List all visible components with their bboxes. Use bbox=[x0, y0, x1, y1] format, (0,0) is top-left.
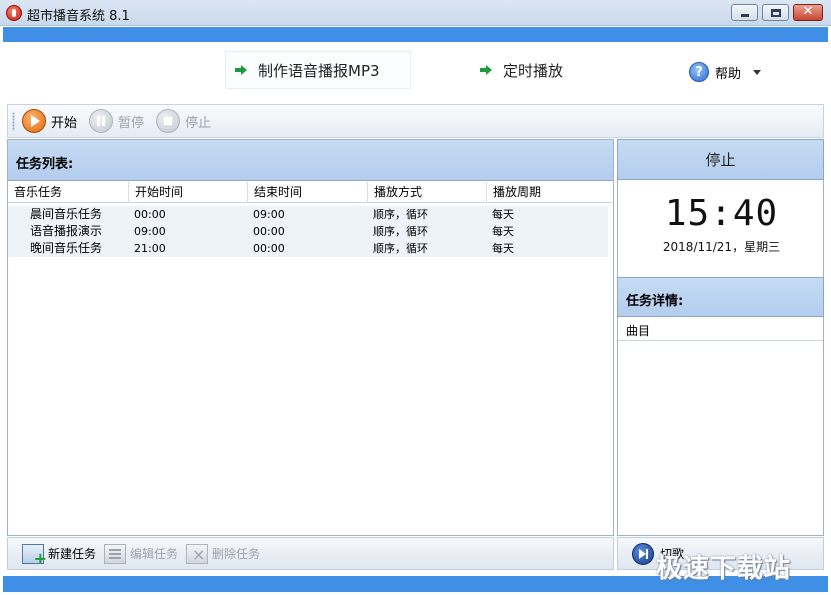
cell-end-time: 00:00 bbox=[253, 242, 285, 255]
cell-play-cycle: 每天 bbox=[492, 208, 514, 221]
delete-task-label: 删除任务 bbox=[212, 547, 261, 561]
column-header-end-time[interactable]: 结束时间 bbox=[247, 182, 367, 203]
top-accent-strip bbox=[3, 27, 828, 42]
cell-end-time: 09:00 bbox=[253, 208, 285, 221]
cell-start-time: 21:00 bbox=[134, 242, 166, 255]
edit-task-label: 编辑任务 bbox=[130, 547, 179, 561]
task-list-rows: 晨间音乐任务 00:00 09:00 顺序，循环 每天 语音播报演示 09:00… bbox=[8, 206, 608, 257]
edit-task-icon bbox=[104, 543, 127, 564]
task-actions-bar: 新建任务 编辑任务 删除任务 bbox=[7, 537, 614, 570]
delete-task-icon bbox=[186, 543, 209, 564]
cell-task-name: 语音播报演示 bbox=[30, 224, 103, 238]
cell-play-cycle: 每天 bbox=[492, 225, 514, 238]
play-icon bbox=[22, 109, 46, 133]
cell-start-time: 00:00 bbox=[134, 208, 166, 221]
new-task-label: 新建任务 bbox=[48, 547, 97, 561]
help-menu[interactable]: ? 帮助 bbox=[689, 61, 762, 83]
task-list-panel: 任务列表: 音乐任务 开始时间 结束时间 播放方式 播放周期 晨间音乐任务 00… bbox=[7, 139, 614, 536]
task-detail-title: 任务详情: bbox=[617, 277, 824, 317]
stop-icon bbox=[156, 109, 181, 133]
pause-icon bbox=[89, 109, 114, 133]
close-button[interactable]: ✕ bbox=[793, 4, 823, 21]
cell-task-name: 晨间音乐任务 bbox=[30, 207, 103, 221]
column-header-music-task[interactable]: 音乐任务 bbox=[8, 182, 128, 203]
cell-play-mode: 顺序，循环 bbox=[373, 225, 428, 238]
clock-time: 15:40 bbox=[664, 193, 779, 234]
help-icon: ? bbox=[689, 62, 709, 82]
maximize-icon bbox=[771, 9, 781, 17]
minimize-button[interactable] bbox=[731, 4, 758, 21]
maximize-button[interactable] bbox=[762, 4, 789, 21]
column-header-play-mode[interactable]: 播放方式 bbox=[367, 182, 486, 203]
pause-label: 暂停 bbox=[118, 115, 145, 131]
cell-play-mode: 顺序，循环 bbox=[373, 208, 428, 221]
delete-task-button[interactable]: 删除任务 bbox=[186, 543, 261, 564]
start-button[interactable]: 开始 bbox=[22, 108, 77, 134]
play-status: 停止 bbox=[617, 139, 824, 180]
cell-end-time: 00:00 bbox=[253, 225, 285, 238]
column-header-start-time[interactable]: 开始时间 bbox=[128, 182, 247, 203]
stop-button[interactable]: 停止 bbox=[156, 108, 211, 134]
table-row[interactable]: 语音播报演示 09:00 00:00 顺序，循环 每天 bbox=[8, 223, 608, 240]
minimize-icon bbox=[741, 14, 749, 17]
new-task-button[interactable]: 新建任务 bbox=[22, 543, 97, 568]
arrow-right-icon bbox=[479, 63, 493, 77]
toolbar-grip-icon[interactable] bbox=[12, 112, 15, 131]
start-label: 开始 bbox=[51, 115, 78, 131]
window-title: 超市播音系统 8.1 bbox=[27, 9, 130, 24]
cell-task-name: 晚间音乐任务 bbox=[30, 241, 103, 255]
task-list-header: 音乐任务 开始时间 结束时间 播放方式 播放周期 bbox=[8, 182, 612, 203]
edit-task-button[interactable]: 编辑任务 bbox=[104, 543, 179, 564]
table-row[interactable]: 晚间音乐任务 21:00 00:00 顺序，循环 每天 bbox=[8, 240, 608, 257]
watermark: 极速下载站 bbox=[656, 554, 792, 584]
make-mp3-button[interactable]: 制作语音播报MP3 bbox=[225, 51, 411, 89]
clock-panel: 15:40 2018/11/21，星期三 bbox=[617, 180, 824, 277]
column-header-play-cycle[interactable]: 播放周期 bbox=[486, 182, 606, 203]
app-logo-icon bbox=[6, 5, 22, 21]
clock-date: 2018/11/21，星期三 bbox=[662, 240, 781, 254]
new-task-icon bbox=[22, 543, 47, 568]
header-bar: 制作语音播报MP3 定时播放 ? 帮助 bbox=[3, 42, 828, 103]
timer-play-button[interactable]: 定时播放 bbox=[473, 51, 583, 89]
skip-track-icon[interactable] bbox=[632, 542, 654, 565]
chevron-down-icon bbox=[753, 69, 762, 75]
cell-play-cycle: 每天 bbox=[492, 242, 514, 255]
table-row[interactable]: 晨间音乐任务 00:00 09:00 顺序，循环 每天 bbox=[8, 206, 608, 223]
playback-toolbar: 开始 暂停 停止 bbox=[7, 104, 824, 138]
make-mp3-label: 制作语音播报MP3 bbox=[258, 61, 380, 80]
task-list-title: 任务列表: bbox=[8, 140, 613, 181]
timer-play-label: 定时播放 bbox=[503, 61, 564, 80]
title-bar: 超市播音系统 8.1 ✕ bbox=[0, 0, 831, 26]
arrow-right-icon bbox=[234, 63, 248, 77]
cell-play-mode: 顺序，循环 bbox=[373, 242, 428, 255]
stop-label: 停止 bbox=[185, 115, 212, 131]
column-header-track[interactable]: 曲目 bbox=[618, 317, 823, 341]
pause-button[interactable]: 暂停 bbox=[89, 108, 144, 134]
task-detail-list: 曲目 bbox=[617, 317, 824, 536]
help-label: 帮助 bbox=[715, 66, 742, 82]
close-icon: ✕ bbox=[802, 4, 814, 19]
cell-start-time: 09:00 bbox=[134, 225, 166, 238]
